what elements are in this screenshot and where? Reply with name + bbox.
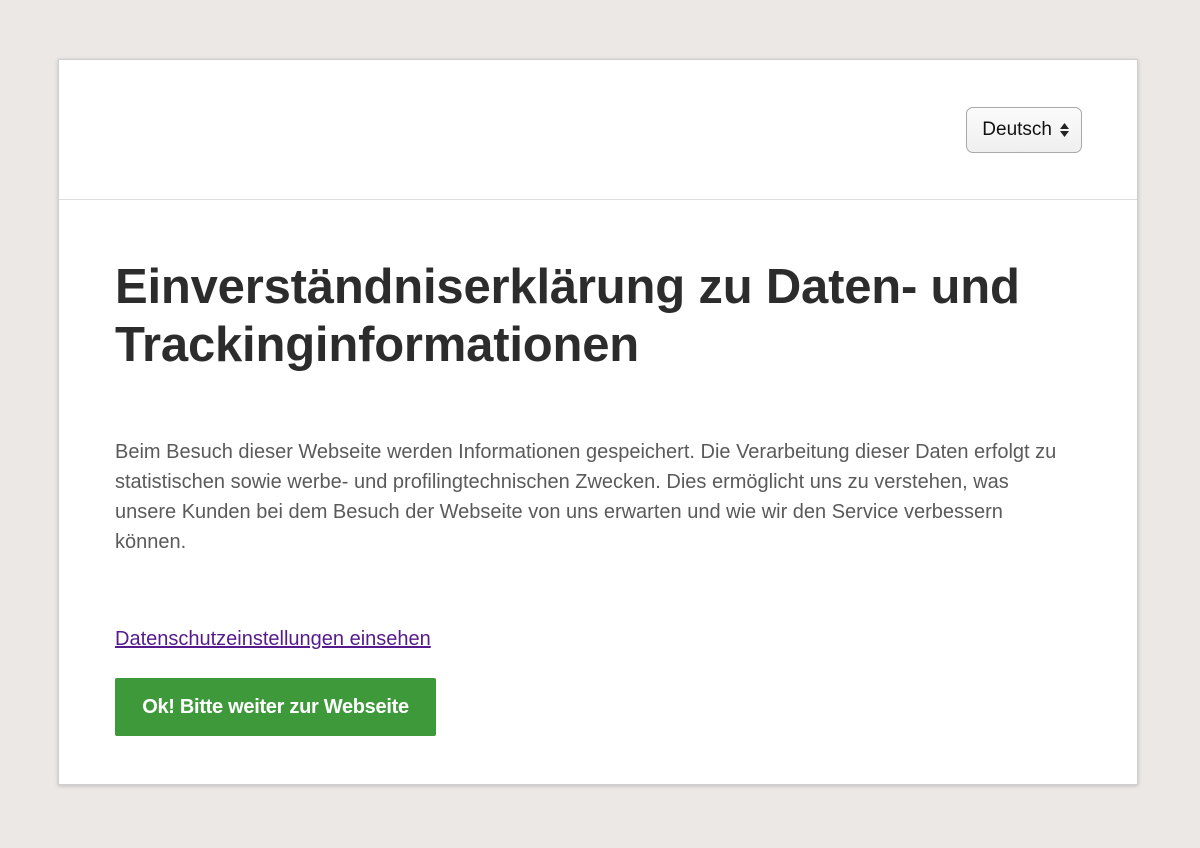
language-select-value: Deutsch xyxy=(982,119,1052,140)
consent-description: Beim Besuch dieser Webseite werden Infor… xyxy=(115,441,1057,553)
consent-dialog: Deutsch Einverständniserklärung zu Daten… xyxy=(58,59,1138,785)
accept-button[interactable]: Ok! Bitte weiter zur Webseite xyxy=(115,678,436,736)
privacy-settings-link[interactable]: Datenschutzeinstellungen einsehen xyxy=(115,627,431,651)
language-select[interactable]: Deutsch xyxy=(966,107,1082,153)
dialog-header: Deutsch xyxy=(59,60,1137,200)
page-title: Einverständniserklärung zu Daten- und Tr… xyxy=(115,260,1020,372)
dialog-body: Einverständniserklärung zu Daten- und Tr… xyxy=(59,258,1137,736)
updown-arrows-icon xyxy=(1060,123,1069,137)
